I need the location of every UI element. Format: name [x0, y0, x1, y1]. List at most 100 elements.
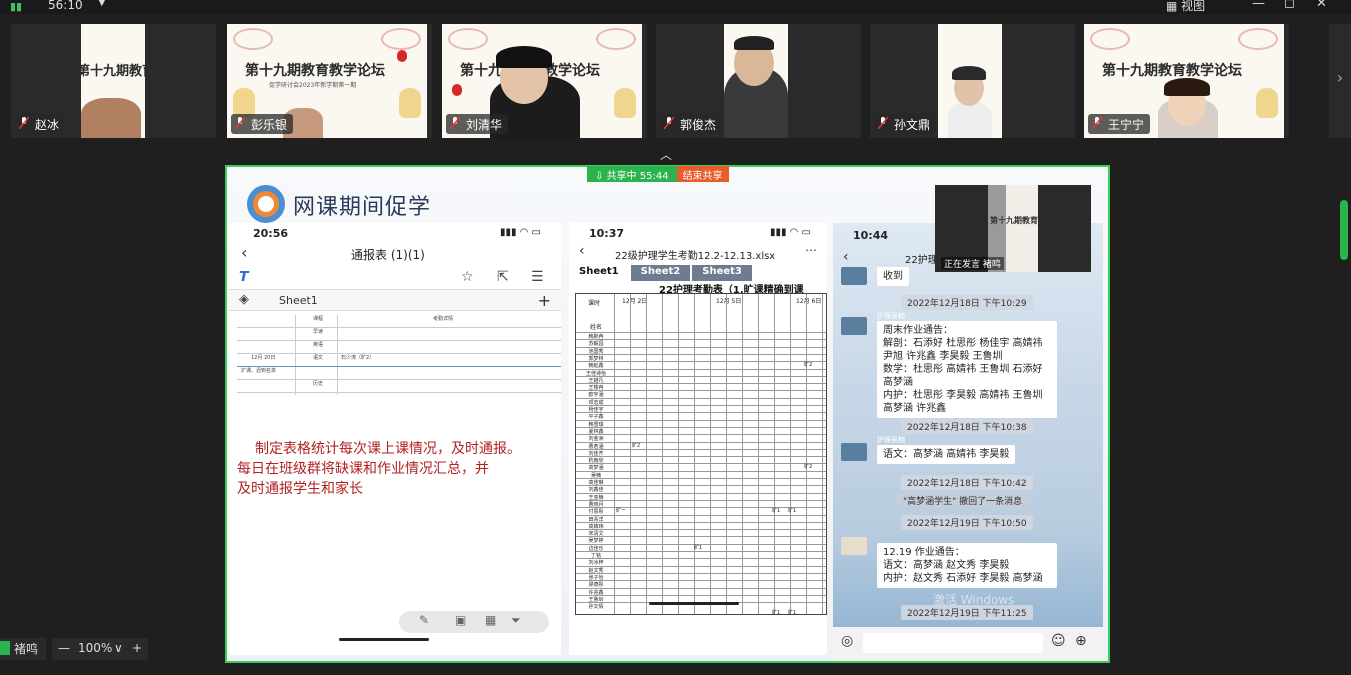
sheet-tab: Sheet1 — [279, 294, 318, 307]
top-bar: ▮▮ 56:10 ▼ ▦ 视图 — ◻ ✕ — [0, 0, 1351, 14]
end-share-button[interactable]: 结束共享 — [676, 166, 729, 182]
self-indicator[interactable]: 褚鸣 — [0, 638, 47, 660]
participant-tile[interactable]: 第十九期教育教学论坛 王宁宁 — [1084, 24, 1289, 138]
cloud-decoration — [596, 28, 636, 50]
participant-namebar: 刘清华 — [446, 114, 509, 134]
sender-name: 护理吴楠 — [877, 436, 905, 444]
view-label: 视图 — [1181, 0, 1206, 13]
mic-muted-icon — [664, 117, 674, 129]
add-sheet-icon: + — [537, 291, 551, 310]
report-grid: 课程 考勤详情 早读 英语 12月 20日 语文 石少涛（旷2） 扩课、迟到名单 历史 — [237, 315, 561, 395]
grid-cell: 历史 — [313, 381, 324, 387]
cloud-decoration — [381, 28, 421, 50]
collapse-strip-button[interactable]: ︿ — [660, 146, 672, 163]
bottom-bar: 褚鸣 — 100% ∨ + — [0, 636, 1351, 675]
rabbit-decoration — [614, 88, 636, 118]
scrollbar[interactable] — [1340, 200, 1348, 260]
participant-tile[interactable]: 第十九期教育教学论坛 赵冰 — [11, 24, 216, 138]
participant-hair — [496, 46, 552, 68]
participant-strip: 第十九期教育教学论坛 赵冰 第十九期教育教学论坛 促学研讨会2023年新学期第一… — [0, 14, 1351, 162]
cloud-decoration — [233, 28, 273, 50]
chevron-right-icon: › — [1336, 68, 1344, 87]
more-icon: ⋯ — [805, 243, 817, 257]
date-header: 12月 6日 — [796, 298, 822, 305]
grid-row: 英语 — [237, 341, 561, 354]
lantern-decoration — [452, 84, 462, 96]
doc-title: 22级护理学生考勤12.2-12.13.xlsx — [615, 251, 776, 262]
participant-tile[interactable]: 郭俊杰 — [656, 24, 861, 138]
poster-thumbnail — [724, 24, 788, 138]
notes-line: 每日在班级群将缺课和作业情况汇总，并 — [237, 461, 489, 477]
grid-cell: 早读 — [313, 329, 324, 335]
maximize-button[interactable]: ◻ — [1284, 0, 1295, 11]
chevron-up-icon: ︿ — [660, 148, 673, 162]
zoom-out-button[interactable]: — — [58, 641, 70, 655]
back-arrow-icon: ‹ — [241, 243, 248, 262]
zoom-level[interactable]: 100% — [78, 641, 112, 655]
phone-screenshot-chat: 10:44 ‹ 22护理 收到 2022年12月18日 下午10:29 护理吴楠… — [833, 223, 1103, 661]
poster-thumbnail: 第十九期教育教学论坛 — [77, 24, 207, 138]
chat-message: 收到 — [877, 267, 909, 286]
sheet-tab-row: ◈ Sheet1 + — [229, 289, 561, 311]
view-button[interactable]: ▦ 视图 — [1166, 0, 1205, 14]
recall-notice: "高梦涵学生" 撤回了一条消息 — [897, 493, 1029, 508]
mic-muted-icon — [450, 117, 460, 129]
absence-mark: 旷一 — [616, 508, 627, 515]
grid-cell: 12月 20日 — [251, 355, 276, 361]
message-line: 解剖：石添好 杜思彤 杨佳宇 高婧祎 尹旭 许兆鑫 李昊毅 王鲁圳 — [883, 338, 1043, 362]
avatar — [841, 317, 867, 335]
mic-muted-icon — [1092, 117, 1102, 129]
zoom-dropdown-icon[interactable]: ∨ — [114, 641, 123, 655]
timer-dropdown-icon[interactable]: ▼ — [98, 0, 106, 8]
participant-hair — [952, 66, 986, 80]
share-icon: ⇱ — [497, 269, 509, 285]
participant-name: 赵冰 — [35, 118, 60, 132]
close-button[interactable]: ✕ — [1316, 0, 1327, 11]
doc-title: 通报表 (1)(1) — [351, 248, 425, 262]
absence-mark: 旷1 — [694, 544, 703, 551]
absence-mark: 旷1 — [772, 610, 781, 617]
notes-line: 制定表格统计每次课上课情况，及时通报。 — [255, 441, 521, 457]
participant-namebar: 赵冰 — [15, 114, 66, 134]
avatar — [841, 537, 867, 555]
message-line: 12.19 作业通告： — [883, 547, 965, 558]
grid-row: 12月 20日 语文 石少涛（旷2） — [237, 354, 561, 367]
absence-mark: 旷1 — [788, 610, 797, 617]
participant-tile[interactable]: 第十九期教育教学论坛 促学研讨会2023年新学期第一期 彭乐银 — [227, 24, 432, 138]
grid-cell: 语文 — [313, 355, 324, 361]
grid-cell: 英语 — [313, 342, 324, 348]
strip-next-button[interactable]: › — [1329, 24, 1351, 138]
absence-mark: 旷2 — [804, 362, 813, 369]
sheet-tab: Sheet2 — [630, 265, 691, 281]
participant-name: 王宁宁 — [1108, 118, 1145, 132]
attendance-table: 课时 姓名 12月 2日 12月 5日 12月 6日 韩默冉 苏毅园 池国秀 郭梦林韩… — [575, 293, 827, 617]
mic-muted-icon — [235, 117, 245, 129]
grid-icon: ▦ — [485, 613, 497, 627]
back-arrow-icon: ‹ — [843, 249, 849, 265]
participant-namebar: 王宁宁 — [1088, 114, 1151, 134]
participant-name: 郭俊杰 — [680, 118, 717, 132]
zoom-in-button[interactable]: + — [132, 641, 142, 655]
meeting-timer: 56:10 — [48, 0, 83, 12]
grid-row: 扩课、迟到名单 — [237, 367, 561, 380]
participant-tile[interactable]: 孙文鼎 — [870, 24, 1075, 138]
minimize-button[interactable]: — — [1252, 0, 1265, 11]
chat-timestamp: 2022年12月18日 下午10:29 — [901, 295, 1033, 310]
sheet-tab: Sheet3 — [692, 265, 752, 281]
grid-cell: 课程 — [313, 316, 324, 322]
sheet-tabs: Sheet1 Sheet2 Sheet3 — [569, 265, 754, 281]
absence-mark: 旷1 — [788, 508, 797, 515]
speaker-video[interactable]: 第十九期教育教学论坛 正在发言 褚鸣 — [935, 185, 1091, 272]
phone-navbar: ‹ 通报表 (1)(1) — [229, 243, 561, 267]
home-indicator — [649, 602, 739, 605]
participant-tile[interactable]: 第十九期教育教学论坛 刘清华 — [442, 24, 647, 138]
chat-timestamp: 2022年12月19日 下午10:50 — [901, 515, 1033, 530]
student-name: 孙文倩 — [588, 604, 604, 611]
share-status-bar: ⇩ 共享中 55:44 结束共享 — [587, 166, 729, 182]
participant-hair — [734, 36, 774, 50]
message-line: 内护：杜思彤 李昊毅 高婧祎 王鲁圳 高梦涵 许兆鑫 — [883, 390, 1043, 414]
absence-mark: 旷2 — [804, 464, 813, 471]
chat-message: 12.19 作业通告： 语文：高梦涵 赵文秀 李昊毅 内护：赵文秀 石添好 李昊… — [877, 543, 1057, 588]
absence-mark: 旷1 — [772, 508, 781, 515]
table-header: 姓名 — [590, 324, 603, 331]
